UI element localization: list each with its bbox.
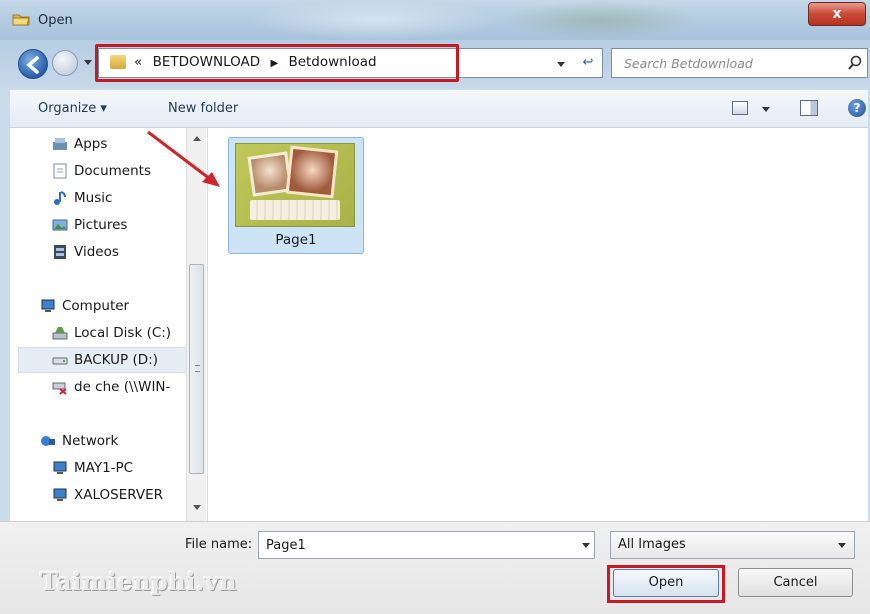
close-button[interactable]: x <box>808 2 866 26</box>
open-button[interactable]: Open <box>613 569 719 597</box>
preview-pane-icon[interactable] <box>800 100 818 116</box>
toolbar: Organize ▾ New folder ? <box>10 90 868 128</box>
search-placeholder: Search Betdownload <box>624 56 753 71</box>
file-name-dropdown-icon[interactable] <box>582 543 590 548</box>
scroll-down-icon[interactable] <box>193 505 201 510</box>
computer-icon <box>41 299 55 312</box>
back-arrow-icon <box>26 56 39 74</box>
nav-item-apps[interactable]: Apps <box>52 133 107 155</box>
window-title: Open <box>38 13 73 28</box>
watermark: Taimienphi.vn <box>40 567 238 596</box>
address-dropdown-icon[interactable] <box>557 62 565 67</box>
scroll-grip-icon <box>195 365 200 372</box>
nav-item-pictures[interactable]: Pictures <box>52 214 127 236</box>
new-folder-button[interactable]: New folder <box>168 101 238 116</box>
title-bar: Open x <box>0 0 870 40</box>
network-drive-icon <box>52 382 67 395</box>
views-dropdown-icon[interactable] <box>762 107 770 112</box>
title-bar-blur <box>250 0 500 40</box>
nav-item-network[interactable]: Network <box>40 430 118 452</box>
nav-item-computer[interactable]: Computer <box>40 295 129 317</box>
local-disk-icon <box>52 327 68 340</box>
file-name-label[interactable]: Page1 <box>228 232 364 248</box>
videos-icon <box>54 245 66 259</box>
search-icon[interactable] <box>848 55 862 71</box>
pc-icon <box>53 461 67 474</box>
back-button[interactable] <box>18 49 48 79</box>
thumbnail-strip <box>250 200 340 220</box>
apps-icon <box>53 138 67 150</box>
documents-icon <box>53 163 67 179</box>
file-name-value[interactable]: Page1 <box>266 538 306 553</box>
nav-item-videos[interactable]: Videos <box>52 241 119 263</box>
thumbnail-photo <box>285 145 339 199</box>
nav-item-documents[interactable]: Documents <box>52 160 151 182</box>
help-icon[interactable]: ? <box>848 99 866 117</box>
address-highlight-box <box>95 44 459 82</box>
nav-item-may1-pc[interactable]: MAY1-PC <box>52 457 133 479</box>
music-icon <box>54 191 66 205</box>
nav-item-backup[interactable]: BACKUP (D:) <box>52 349 158 371</box>
forward-button[interactable] <box>52 50 78 76</box>
nav-item-network-drive[interactable]: de che (\\WIN- <box>52 376 170 398</box>
network-icon <box>41 436 55 446</box>
pictures-icon <box>52 219 68 231</box>
folder-open-icon <box>12 14 30 26</box>
file-name-input[interactable] <box>258 531 595 559</box>
scroll-thumb[interactable] <box>189 264 204 474</box>
nav-item-local-disk[interactable]: Local Disk (C:) <box>52 322 171 344</box>
cancel-button[interactable]: Cancel <box>738 568 853 597</box>
refresh-icon[interactable]: ↩ <box>574 49 602 77</box>
image-thumbnail[interactable] <box>235 143 355 227</box>
history-dropdown-icon[interactable] <box>84 60 92 65</box>
file-type-value[interactable]: All Images <box>618 537 686 552</box>
file-name-field-label: File name: <box>185 537 253 552</box>
pc-icon <box>53 488 67 501</box>
nav-item-xaloserver[interactable]: XALOSERVER <box>52 484 163 506</box>
views-icon[interactable] <box>732 101 748 115</box>
drive-icon <box>52 357 68 365</box>
title-bar-blur <box>500 0 700 40</box>
annotation-arrow-icon <box>147 130 220 187</box>
file-type-dropdown-icon[interactable] <box>838 543 846 548</box>
nav-item-music[interactable]: Music <box>52 187 112 209</box>
organize-menu[interactable]: Organize ▾ <box>38 101 107 116</box>
